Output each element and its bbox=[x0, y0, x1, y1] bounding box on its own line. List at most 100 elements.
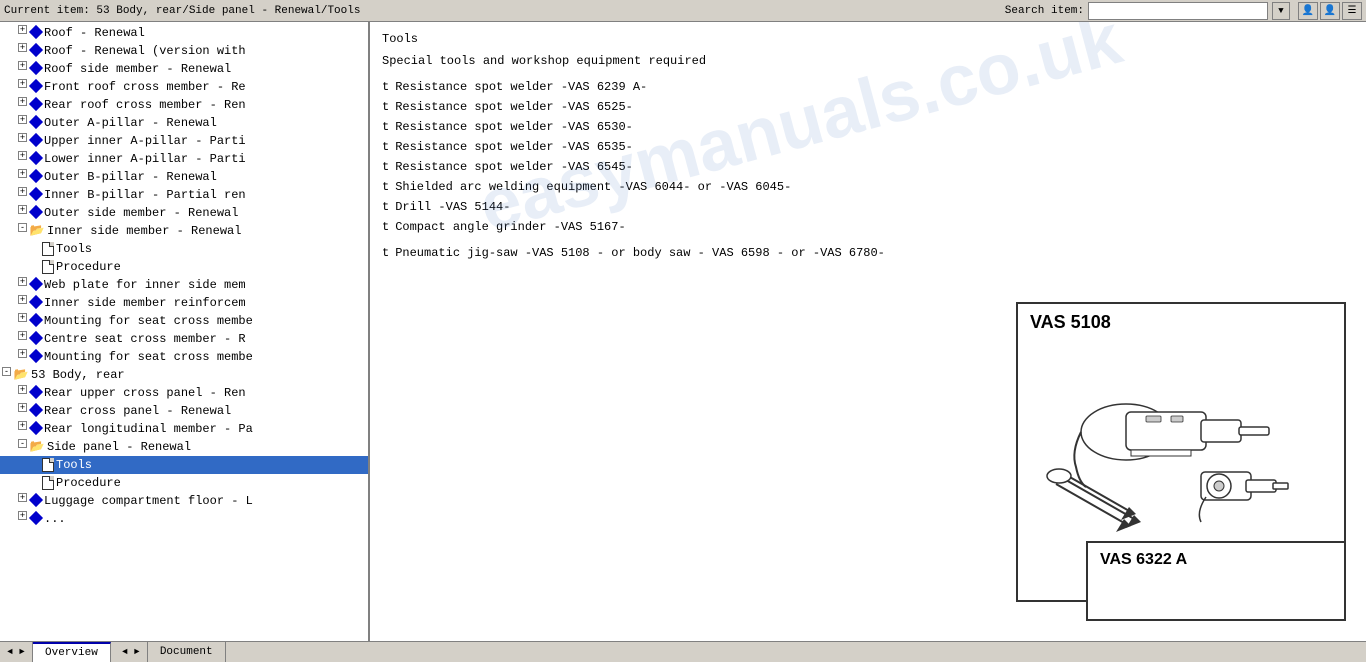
tree-item-12[interactable]: -📂Inner side member - Renewal bbox=[0, 222, 368, 240]
expand-btn[interactable]: - bbox=[18, 439, 27, 448]
tree-item-24[interactable]: -📂Side panel - Renewal bbox=[0, 438, 368, 456]
tree-label: Tools bbox=[56, 457, 366, 473]
tree-item-19[interactable]: + Mounting for seat cross membe bbox=[0, 348, 368, 366]
expand-btn[interactable]: + bbox=[18, 61, 27, 70]
doc-icon bbox=[42, 476, 54, 490]
tool-item-3: tResistance spot welder -VAS 6535- bbox=[382, 138, 1354, 156]
tree-label: Rear roof cross member - Ren bbox=[44, 97, 366, 113]
right-arrow[interactable]: ► bbox=[16, 644, 28, 660]
tool-text: Resistance spot welder -VAS 6525- bbox=[395, 98, 633, 116]
expand-btn[interactable]: + bbox=[18, 313, 27, 322]
expand-btn[interactable]: - bbox=[18, 223, 27, 232]
tree-item-15[interactable]: +Web plate for inner side mem bbox=[0, 276, 368, 294]
expand-btn[interactable]: + bbox=[18, 403, 27, 412]
tree-item-1[interactable]: +Roof - Renewal bbox=[0, 24, 368, 42]
tree-item-23[interactable]: +Rear longitudinal member - Pa bbox=[0, 420, 368, 438]
toolbar-btn-user1[interactable]: 👤 bbox=[1298, 2, 1318, 20]
tree-container[interactable]: +Roof - Renewal+Roof - Renewal (version … bbox=[0, 22, 368, 641]
diamond-icon bbox=[29, 97, 43, 111]
tree-item-2[interactable]: +Roof - Renewal (version with bbox=[0, 42, 368, 60]
diamond-icon bbox=[29, 313, 43, 327]
search-input[interactable] bbox=[1088, 2, 1268, 20]
tree-item-5[interactable]: + Rear roof cross member - Ren bbox=[0, 96, 368, 114]
expand-btn[interactable]: + bbox=[18, 151, 27, 160]
expand-btn[interactable]: + bbox=[18, 25, 27, 34]
tab-overview[interactable]: Overview bbox=[33, 642, 111, 662]
doc-icon bbox=[42, 260, 54, 274]
expand-btn[interactable]: + bbox=[18, 493, 27, 502]
toolbar-btn-menu[interactable]: ☰ bbox=[1342, 2, 1362, 20]
diamond-icon bbox=[29, 79, 43, 93]
vas5108-title: VAS 5108 bbox=[1018, 304, 1344, 337]
tree-item-17[interactable]: +Mounting for seat cross membe bbox=[0, 312, 368, 330]
expand-btn[interactable]: + bbox=[18, 331, 27, 340]
expand-btn[interactable]: - bbox=[2, 367, 11, 376]
vas6322-title: VAS 6322 A bbox=[1088, 543, 1344, 577]
search-dropdown[interactable]: ▼ bbox=[1272, 2, 1290, 20]
tree-item-26[interactable]: Procedure bbox=[0, 474, 368, 492]
search-area: Search item: ▼ 👤 👤 ☰ bbox=[1005, 2, 1362, 20]
tree-item-13[interactable]: Tools bbox=[0, 240, 368, 258]
bottom-bar: ◄ ► Overview ◄ ► Document bbox=[0, 641, 1366, 661]
tree-item-16[interactable]: + Inner side member reinforcem bbox=[0, 294, 368, 312]
tool-bullet: t bbox=[382, 218, 389, 236]
tree-label: Inner side member reinforcem bbox=[44, 295, 366, 311]
doc-right-arrow[interactable]: ► bbox=[131, 644, 143, 660]
toolbar-btn-user2[interactable]: 👤 bbox=[1320, 2, 1340, 20]
tree-item-20[interactable]: -📂53 Body, rear bbox=[0, 366, 368, 384]
tool-bullet: t bbox=[382, 178, 389, 196]
expand-btn[interactable]: + bbox=[18, 205, 27, 214]
left-arrow[interactable]: ◄ bbox=[4, 644, 16, 660]
expand-btn[interactable]: + bbox=[18, 421, 27, 430]
expand-btn[interactable]: + bbox=[18, 115, 27, 124]
tree-item-10[interactable]: +Inner B-pillar - Partial ren bbox=[0, 186, 368, 204]
left-panel: +Roof - Renewal+Roof - Renewal (version … bbox=[0, 22, 370, 641]
tool-item-4: tResistance spot welder -VAS 6545- bbox=[382, 158, 1354, 176]
content-title: Tools bbox=[382, 30, 1354, 48]
tree-label: Centre seat cross member - R bbox=[44, 331, 366, 347]
expand-btn[interactable]: + bbox=[18, 511, 27, 520]
expand-btn[interactable]: + bbox=[18, 43, 27, 52]
tree-item-7[interactable]: + Upper inner A-pillar - Parti bbox=[0, 132, 368, 150]
tree-item-11[interactable]: +Outer side member - Renewal bbox=[0, 204, 368, 222]
diamond-icon bbox=[29, 349, 43, 363]
tool-item-6: tDrill -VAS 5144- bbox=[382, 198, 1354, 216]
tree-item-18[interactable]: + Centre seat cross member - R bbox=[0, 330, 368, 348]
expand-btn[interactable]: + bbox=[18, 295, 27, 304]
tree-label: Mounting for seat cross membe bbox=[44, 349, 366, 365]
content-subtitle: Special tools and workshop equipment req… bbox=[382, 52, 1354, 70]
tree-item-21[interactable]: +Rear upper cross panel - Ren bbox=[0, 384, 368, 402]
diamond-icon bbox=[29, 43, 43, 57]
tree-item-28[interactable]: +... bbox=[0, 510, 368, 528]
doc-left-arrow[interactable]: ◄ bbox=[119, 644, 131, 660]
tree-item-22[interactable]: +Rear cross panel - Renewal bbox=[0, 402, 368, 420]
diamond-icon bbox=[29, 493, 43, 507]
expand-btn[interactable]: + bbox=[18, 385, 27, 394]
expand-btn[interactable]: + bbox=[18, 169, 27, 178]
tool-item-7: tCompact angle grinder -VAS 5167- bbox=[382, 218, 1354, 236]
diamond-icon bbox=[29, 511, 43, 525]
expand-btn[interactable]: + bbox=[18, 277, 27, 286]
tree-item-25[interactable]: Tools bbox=[0, 456, 368, 474]
content-area: Tools Special tools and workshop equipme… bbox=[382, 30, 1354, 262]
tree-item-9[interactable]: +Outer B-pillar - Renewal bbox=[0, 168, 368, 186]
expand-btn[interactable]: + bbox=[18, 133, 27, 142]
expand-btn[interactable]: + bbox=[18, 97, 27, 106]
right-panel[interactable]: easymanuals.co.uk Tools Special tools an… bbox=[370, 22, 1366, 641]
diamond-icon bbox=[29, 331, 43, 345]
search-label: Search item: bbox=[1005, 5, 1084, 17]
tree-item-3[interactable]: +Roof side member - Renewal bbox=[0, 60, 368, 78]
tree-item-4[interactable]: +Front roof cross member - Re bbox=[0, 78, 368, 96]
expand-btn[interactable]: + bbox=[18, 79, 27, 88]
expand-btn[interactable]: + bbox=[18, 187, 27, 196]
tab-document[interactable]: Document bbox=[148, 642, 226, 662]
tree-label: Upper inner A-pillar - Parti bbox=[44, 133, 366, 149]
tool-item-5: tShielded arc welding equipment -VAS 604… bbox=[382, 178, 1354, 196]
tree-item-8[interactable]: +Lower inner A-pillar - Parti bbox=[0, 150, 368, 168]
expand-btn[interactable]: + bbox=[18, 349, 27, 358]
diamond-icon bbox=[29, 205, 43, 219]
tree-item-27[interactable]: +Luggage compartment floor - L bbox=[0, 492, 368, 510]
doc-nav-arrows: ◄ ► bbox=[115, 642, 148, 662]
tree-item-14[interactable]: Procedure bbox=[0, 258, 368, 276]
tree-item-6[interactable]: +Outer A-pillar - Renewal bbox=[0, 114, 368, 132]
